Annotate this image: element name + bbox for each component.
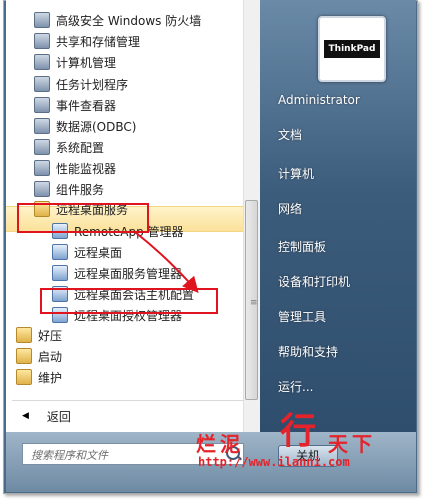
annotation-arrow: [134, 231, 199, 294]
watermark-url: http://www.ilanni.com: [198, 455, 350, 469]
watermark-left: 烂泥: [196, 432, 244, 456]
watermark-big: 行: [280, 410, 317, 452]
watermark-right: 天下: [328, 432, 376, 456]
